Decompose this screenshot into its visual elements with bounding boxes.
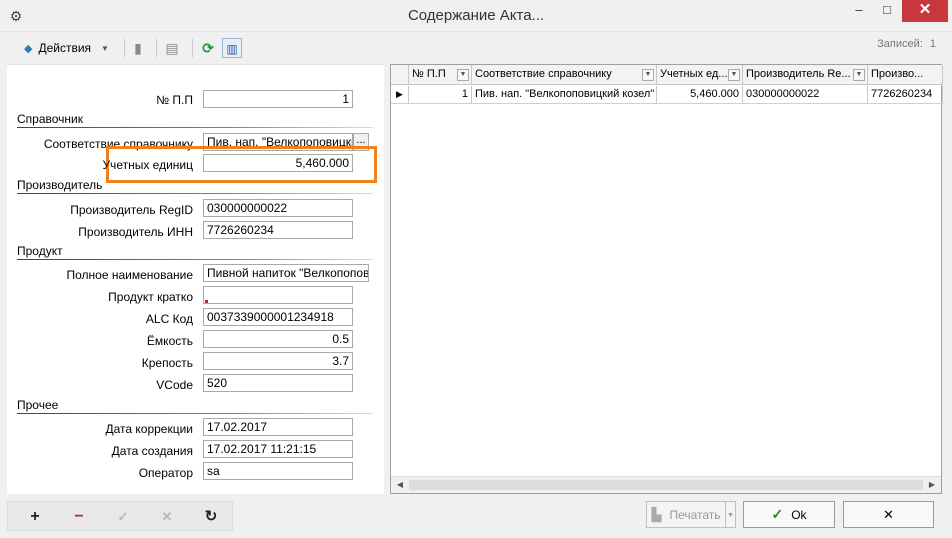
- column-header-label: Производитель Re...: [746, 68, 851, 80]
- short-name-label: Продукт кратко: [108, 290, 193, 304]
- table-cell[interactable]: 7726260234: [868, 86, 943, 104]
- toolbar-divider: [124, 39, 125, 57]
- document-icon[interactable]: ▮: [128, 38, 148, 58]
- operator-label: Оператор: [138, 466, 193, 480]
- column-header[interactable]: № П.П ▼: [409, 65, 472, 85]
- ok-label: Ok: [791, 507, 807, 522]
- records-grid: № П.П ▼ Соответствие справочнику ▼ Учетн…: [390, 64, 943, 494]
- producer-inn-field[interactable]: 7726260234: [203, 221, 353, 239]
- checkmark-icon: ✓: [771, 506, 784, 522]
- units-label: Учетных единиц: [102, 158, 193, 172]
- section-divider: [17, 413, 373, 414]
- column-header[interactable]: Производитель Re... ▼: [743, 65, 868, 85]
- correction-date-field[interactable]: 17.02.2017: [203, 418, 353, 436]
- ok-button[interactable]: ✓ Ok: [743, 501, 835, 528]
- detail-form: № П.П 1 Справочник Соответствие справочн…: [7, 64, 384, 494]
- filter-dropdown-icon[interactable]: ▼: [642, 69, 654, 81]
- filter-dropdown-icon[interactable]: ▼: [728, 69, 740, 81]
- cancel-edit-button[interactable]: ✕: [156, 508, 178, 528]
- section-reference: Справочник: [17, 112, 83, 126]
- producer-regid-field[interactable]: 030000000022: [203, 199, 353, 217]
- row-selector-icon[interactable]: ▶: [391, 86, 409, 104]
- filter-dropdown-icon[interactable]: ▼: [457, 69, 469, 81]
- alc-code-field[interactable]: 0037339000001234918: [203, 308, 353, 326]
- scrollbar-thumb[interactable]: [409, 480, 923, 490]
- section-producer: Производитель: [17, 178, 103, 192]
- vcode-label: VCode: [156, 378, 193, 392]
- producer-regid-label: Производитель RegID: [70, 203, 193, 217]
- maximize-button[interactable]: □: [873, 0, 901, 22]
- scroll-left-icon[interactable]: ◀: [392, 477, 408, 493]
- table-cell[interactable]: 030000000022: [743, 86, 868, 104]
- records-counter: Записей: 1: [873, 38, 936, 50]
- column-header[interactable]: Соответствие справочнику ▼: [472, 65, 657, 85]
- records-count: 1: [929, 38, 936, 50]
- print-dropdown-button[interactable]: ▼: [726, 501, 736, 528]
- print-label: Печатать: [669, 507, 721, 522]
- report-icon[interactable]: ▤: [162, 38, 182, 58]
- panel-toggle-icon[interactable]: ▥: [222, 38, 242, 58]
- creation-date-field[interactable]: 17.02.2017 11:21:15: [203, 440, 353, 458]
- producer-inn-label: Производитель ИНН: [78, 225, 193, 239]
- grid-header: № П.П ▼ Соответствие справочнику ▼ Учетн…: [391, 65, 943, 85]
- section-divider: [17, 127, 373, 128]
- strength-label: Крепость: [141, 356, 193, 370]
- printer-icon: ▙: [651, 506, 662, 522]
- grid-corner: [391, 65, 409, 85]
- vcode-field[interactable]: 520: [203, 374, 353, 392]
- strength-field[interactable]: 3.7: [203, 352, 353, 370]
- full-name-field[interactable]: Пивной напиток "Велкопоповиц: [203, 264, 369, 282]
- np-field[interactable]: 1: [203, 90, 353, 108]
- horizontal-scrollbar[interactable]: ◀ ▶: [391, 476, 941, 493]
- alc-code-label: ALC Код: [145, 312, 193, 326]
- column-header-label: Произво...: [871, 68, 924, 80]
- close-button[interactable]: ✕: [843, 501, 934, 528]
- scroll-right-icon[interactable]: ▶: [924, 477, 940, 493]
- column-header-label: № П.П: [412, 68, 446, 80]
- table-row[interactable]: ▶ 1 Пив. нап. "Велкопоповицкий козел" 5,…: [391, 86, 943, 104]
- record-actions-panel: + − ✓ ✕ ↻: [7, 501, 233, 531]
- records-label: Записей:: [877, 38, 923, 50]
- column-header-label: Соответствие справочнику: [475, 68, 612, 80]
- close-window-button[interactable]: ✕: [902, 0, 948, 22]
- units-field[interactable]: 5,460.000: [203, 154, 353, 172]
- print-button[interactable]: ▙ Печатать: [646, 501, 726, 528]
- chevron-down-icon: ▼: [101, 43, 109, 53]
- table-cell[interactable]: 5,460.000: [657, 86, 743, 104]
- minimize-button[interactable]: –: [845, 0, 873, 22]
- confirm-edit-button[interactable]: ✓: [112, 508, 134, 528]
- column-header[interactable]: Учетных ед... ▼: [657, 65, 743, 85]
- delete-record-button[interactable]: −: [68, 508, 90, 528]
- toolbar-divider: [192, 39, 193, 57]
- table-cell[interactable]: Пив. нап. "Велкопоповицкий козел": [472, 86, 657, 104]
- window-title: Содержание Акта...: [407, 7, 545, 24]
- bottom-bar: + − ✓ ✕ ↻ ▙ Печатать ▼ ✓ Ok ✕: [0, 497, 952, 538]
- toolbar: ◆ Действия ▼ ▮ ▤ ⟳ ▥ Записей: 1: [6, 33, 946, 63]
- validation-marker: [205, 300, 208, 303]
- add-record-button[interactable]: +: [24, 508, 46, 528]
- section-divider: [17, 193, 373, 194]
- column-header-label: Учетных ед...: [660, 68, 728, 80]
- operator-field[interactable]: sa: [203, 462, 353, 480]
- column-header[interactable]: Произво...: [868, 65, 943, 85]
- actions-menu-button[interactable]: ◆ Действия ▼: [12, 36, 122, 60]
- refresh-icon[interactable]: ⟳: [198, 38, 218, 58]
- capacity-label: Ёмкость: [146, 334, 193, 348]
- diamond-icon: ◆: [24, 42, 33, 55]
- title-bar: ⚙ Содержание Акта... – □ ✕: [0, 0, 952, 32]
- np-label: № П.П: [156, 93, 193, 107]
- filter-dropdown-icon[interactable]: ▼: [853, 69, 865, 81]
- toolbar-divider: [156, 39, 157, 57]
- actions-label: Действия: [38, 41, 92, 55]
- reload-button[interactable]: ↻: [200, 508, 222, 528]
- correction-date-label: Дата коррекции: [105, 422, 193, 436]
- full-name-label: Полное наименование: [66, 268, 194, 282]
- section-divider: [17, 259, 373, 260]
- section-other: Прочее: [17, 398, 59, 412]
- section-product: Продукт: [17, 244, 63, 258]
- table-cell[interactable]: 1: [409, 86, 472, 104]
- capacity-field[interactable]: 0.5: [203, 330, 353, 348]
- creation-date-label: Дата создания: [111, 444, 193, 458]
- short-name-field[interactable]: [203, 286, 353, 304]
